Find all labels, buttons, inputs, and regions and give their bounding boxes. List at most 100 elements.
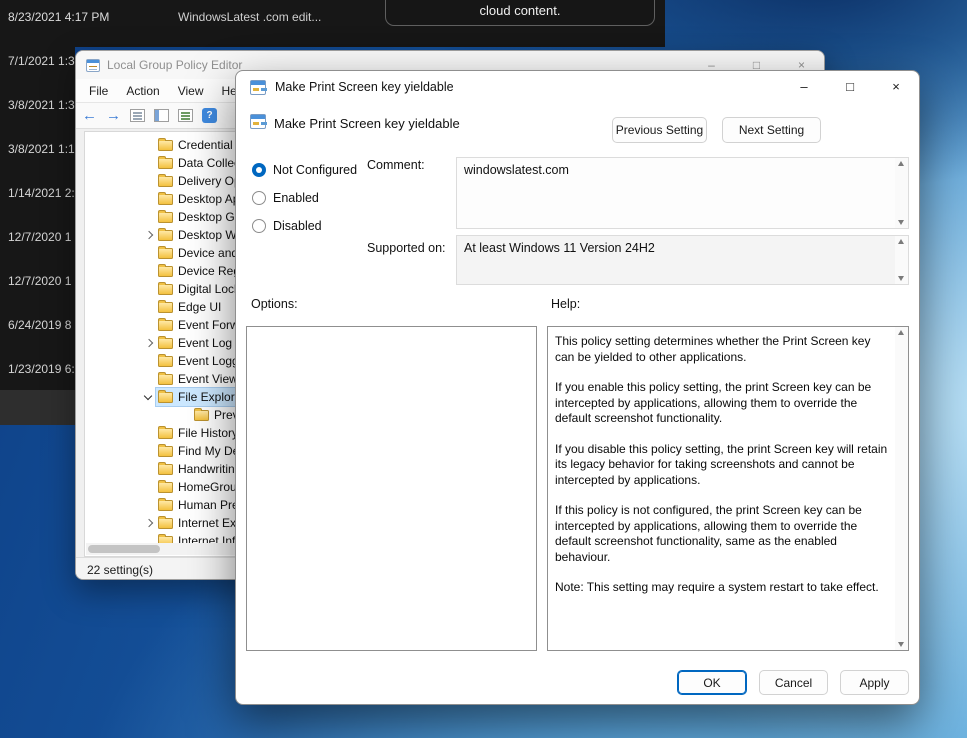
scrollbar[interactable] bbox=[895, 236, 908, 284]
tree-item-label: Desktop Wi bbox=[178, 228, 239, 242]
tree-item-label: Desktop Ga bbox=[178, 210, 241, 224]
scroll-up-icon[interactable] bbox=[898, 161, 904, 166]
menu-item[interactable]: View bbox=[169, 79, 213, 103]
tree-expander-icon[interactable] bbox=[142, 228, 156, 242]
help-text: This policy setting determines whether t… bbox=[548, 327, 895, 650]
menu-item[interactable]: Action bbox=[117, 79, 168, 103]
tree-expander-icon[interactable] bbox=[142, 282, 156, 296]
file-date-column: 7/1/2021 1:3 3/8/2021 1:3 3/8/2021 1:1 1… bbox=[0, 47, 75, 404]
file-date[interactable]: 3/8/2021 1:1 bbox=[0, 140, 75, 184]
scrollbar[interactable] bbox=[895, 158, 908, 228]
folder-icon bbox=[158, 176, 173, 187]
radio-option[interactable]: Enabled bbox=[252, 187, 357, 209]
help-icon[interactable]: ? bbox=[202, 108, 217, 123]
tree-expander-icon[interactable] bbox=[142, 336, 156, 350]
tree-item-label: Event Log S bbox=[178, 336, 243, 350]
tree-expander-icon[interactable] bbox=[142, 192, 156, 206]
tree-item-label: File History bbox=[178, 426, 238, 440]
gpedit-app-icon bbox=[86, 59, 100, 72]
file-name[interactable]: WindowsLatest .com edit... bbox=[178, 10, 321, 24]
close-button[interactable]: × bbox=[873, 71, 919, 103]
radio-icon[interactable] bbox=[252, 219, 266, 233]
tree-expander-icon[interactable] bbox=[142, 264, 156, 278]
tree-item-label: Edge UI bbox=[178, 300, 221, 314]
scroll-down-icon[interactable] bbox=[898, 276, 904, 281]
folder-icon bbox=[158, 446, 173, 457]
tree-expander-icon[interactable] bbox=[142, 426, 156, 440]
folder-icon bbox=[158, 518, 173, 529]
tree-expander-icon[interactable] bbox=[178, 408, 192, 422]
radio-icon[interactable] bbox=[252, 163, 266, 177]
file-date[interactable]: 6/24/2019 8 bbox=[0, 316, 75, 360]
tree-expander-icon[interactable] bbox=[142, 156, 156, 170]
radio-icon[interactable] bbox=[252, 191, 266, 205]
tree-expander-icon[interactable] bbox=[142, 138, 156, 152]
file-date[interactable]: 12/7/2020 1 bbox=[0, 228, 75, 272]
scroll-down-icon[interactable] bbox=[898, 642, 904, 647]
tree-expander-icon[interactable] bbox=[142, 210, 156, 224]
back-icon[interactable]: ← bbox=[82, 108, 97, 123]
tree-expander-icon[interactable] bbox=[142, 498, 156, 512]
menu-item[interactable]: File bbox=[80, 79, 117, 103]
next-setting-button[interactable]: Next Setting bbox=[722, 117, 821, 143]
comment-field[interactable]: windowslatest.com bbox=[456, 157, 909, 229]
folder-icon bbox=[158, 500, 173, 511]
tree-item-label: HomeGrou bbox=[178, 480, 237, 494]
radio-label: Enabled bbox=[273, 191, 319, 205]
console-window-icon[interactable] bbox=[154, 109, 169, 122]
maximize-button[interactable]: □ bbox=[827, 71, 873, 103]
tree-expander-icon[interactable] bbox=[142, 354, 156, 368]
folder-icon bbox=[158, 464, 173, 475]
previous-setting-button[interactable]: Previous Setting bbox=[612, 117, 707, 143]
tree-expander-icon[interactable] bbox=[142, 318, 156, 332]
forward-icon[interactable]: → bbox=[106, 108, 121, 123]
tree-item-label: Data Collec bbox=[178, 156, 240, 170]
folder-icon bbox=[158, 302, 173, 313]
supported-on-label: Supported on: bbox=[367, 241, 446, 255]
folder-icon bbox=[158, 158, 173, 169]
file-date[interactable]: 3/8/2021 1:3 bbox=[0, 96, 75, 140]
policy-setting-name: Make Print Screen key yieldable bbox=[274, 116, 460, 131]
help-scrollbar[interactable] bbox=[895, 327, 908, 650]
tree-expander-icon[interactable] bbox=[142, 516, 156, 530]
background-window-top[interactable]: 8/23/2021 4:17 PM WindowsLatest .com edi… bbox=[0, 0, 665, 47]
tree-expander-icon[interactable] bbox=[142, 300, 156, 314]
folder-icon bbox=[158, 392, 173, 403]
radio-label: Not Configured bbox=[273, 163, 357, 177]
options-label: Options: bbox=[251, 297, 298, 311]
dialog-title: Make Print Screen key yieldable bbox=[275, 80, 454, 94]
tree-expander-icon[interactable] bbox=[142, 372, 156, 386]
scroll-down-icon[interactable] bbox=[898, 220, 904, 225]
tree-expander-icon[interactable] bbox=[142, 444, 156, 458]
dialog-titlebar[interactable]: Make Print Screen key yieldable – □ × bbox=[236, 71, 919, 103]
radio-option[interactable]: Not Configured bbox=[252, 159, 357, 181]
tree-expander-icon[interactable] bbox=[142, 174, 156, 188]
tree-expander-icon[interactable] bbox=[142, 462, 156, 476]
radio-option[interactable]: Disabled bbox=[252, 215, 357, 237]
scroll-up-icon[interactable] bbox=[898, 239, 904, 244]
scroll-up-icon[interactable] bbox=[898, 330, 904, 335]
file-date[interactable]: 7/1/2021 1:3 bbox=[0, 52, 75, 96]
tree-expander-icon[interactable] bbox=[142, 390, 156, 404]
help-paragraph: If this policy is not configured, the pr… bbox=[555, 503, 891, 565]
apply-button[interactable]: Apply bbox=[840, 670, 909, 695]
scrollbar-thumb[interactable] bbox=[88, 545, 160, 553]
policy-icon bbox=[250, 80, 266, 95]
folder-icon bbox=[158, 230, 173, 241]
file-date[interactable]: 12/7/2020 1 bbox=[0, 272, 75, 316]
help-label: Help: bbox=[551, 297, 580, 311]
folder-icon bbox=[194, 410, 209, 421]
file-date[interactable]: 1/14/2021 2: bbox=[0, 184, 75, 228]
tree-expander-icon[interactable] bbox=[142, 246, 156, 260]
cancel-button[interactable]: Cancel bbox=[759, 670, 828, 695]
minimize-button[interactable]: – bbox=[781, 71, 827, 103]
background-window-left[interactable]: 7/1/2021 1:3 3/8/2021 1:3 3/8/2021 1:1 1… bbox=[0, 47, 75, 390]
background-window-footer bbox=[0, 390, 75, 425]
show-console-tree-icon[interactable] bbox=[130, 109, 145, 122]
policy-icon bbox=[250, 114, 266, 129]
supported-on-field[interactable]: At least Windows 11 Version 24H2 bbox=[456, 235, 909, 285]
tree-expander-icon[interactable] bbox=[142, 480, 156, 494]
file-date: 8/23/2021 4:17 PM bbox=[8, 10, 109, 24]
export-list-icon[interactable] bbox=[178, 109, 193, 122]
ok-button[interactable]: OK bbox=[677, 670, 747, 695]
